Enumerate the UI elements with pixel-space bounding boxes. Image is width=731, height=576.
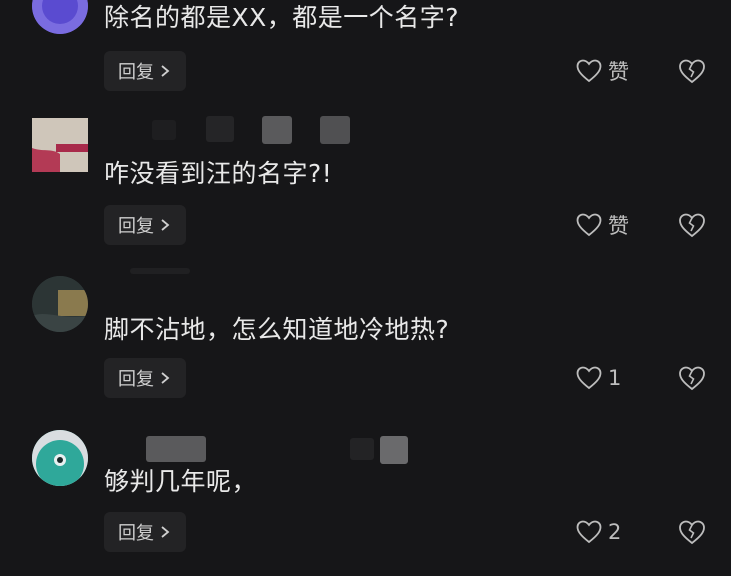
avatar[interactable] (32, 118, 88, 172)
like-button[interactable]: 1 (576, 358, 621, 398)
like-button[interactable]: 赞 (576, 205, 629, 245)
broken-heart-icon[interactable] (678, 57, 706, 85)
like-label: 赞 (608, 60, 629, 84)
reply-button[interactable]: 回复 (104, 512, 186, 552)
reply-button[interactable]: 回复 (104, 358, 186, 398)
reply-label: 回复 (118, 216, 154, 237)
chevron-right-icon (161, 219, 170, 231)
heart-outline-icon (576, 213, 602, 237)
like-count: 2 (608, 520, 622, 544)
heart-outline-icon (576, 366, 602, 390)
like-label: 赞 (608, 214, 629, 238)
reply-button[interactable]: 回复 (104, 51, 186, 91)
broken-heart-icon[interactable] (678, 211, 706, 239)
reply-label: 回复 (118, 523, 154, 544)
chevron-right-icon (161, 526, 170, 538)
chevron-right-icon (161, 372, 170, 384)
comment-text: 除名的都是XX，都是一个名字? (104, 3, 460, 32)
avatar[interactable] (32, 276, 88, 332)
like-button[interactable]: 2 (576, 512, 621, 552)
heart-outline-icon (576, 59, 602, 83)
avatar[interactable] (32, 0, 88, 34)
reply-label: 回复 (118, 369, 154, 390)
comment-text: 够判几年呢， (104, 467, 258, 496)
like-button[interactable]: 赞 (576, 51, 629, 91)
comment-item: 除名的都是XX，都是一个名字? 回复 赞 (0, 0, 731, 92)
reply-button[interactable]: 回复 (104, 205, 186, 245)
avatar[interactable] (32, 430, 88, 486)
like-count: 1 (608, 366, 622, 390)
broken-heart-icon[interactable] (678, 364, 706, 392)
chevron-right-icon (161, 65, 170, 77)
comment-text: 咋没看到汪的名字?! (104, 159, 333, 188)
broken-heart-icon[interactable] (678, 518, 706, 546)
heart-outline-icon (576, 520, 602, 544)
comment-text: 脚不沾地，怎么知道地冷地热? (104, 315, 450, 344)
comment-item: 咋没看到汪的名字?! 回复 赞 (0, 112, 731, 266)
comment-item: 脚不沾地，怎么知道地冷地热? 回复 1 (0, 266, 731, 420)
comment-item: 够判几年呢， 回复 2 (0, 420, 731, 574)
reply-label: 回复 (118, 62, 154, 83)
